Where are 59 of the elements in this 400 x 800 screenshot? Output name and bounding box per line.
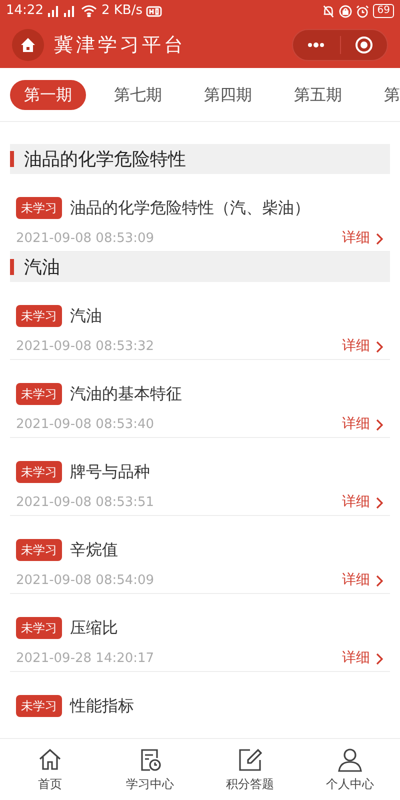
lesson-title: 辛烷值 [70, 539, 118, 561]
period-tab[interactable]: 第四期 [190, 80, 266, 110]
chevron-right-icon [376, 574, 384, 586]
status-tag: 未学习 [16, 617, 62, 639]
detail-link[interactable]: 详细 [342, 414, 384, 435]
lesson-date: 2021-09-08 08:53:09 [16, 230, 154, 248]
lesson-date: 2021-09-08 08:53:32 [16, 338, 154, 356]
chevron-right-icon [376, 496, 384, 508]
period-tab[interactable]: 第七期 [100, 80, 176, 110]
target-icon [354, 36, 373, 54]
status-time: 14:22 [6, 2, 44, 20]
period-tab[interactable]: 第一期 [10, 80, 86, 110]
chevron-right-icon [376, 232, 384, 244]
alarm-icon [356, 4, 370, 18]
home-button[interactable] [12, 29, 44, 61]
home-icon [20, 37, 36, 53]
status-tag: 未学习 [16, 695, 62, 717]
wifi-icon [81, 5, 98, 17]
nav-tab[interactable]: 首页 [0, 739, 100, 800]
edit-icon [237, 746, 263, 772]
nav-tab[interactable]: 积分答题 [200, 739, 300, 800]
status-tag: 未学习 [16, 383, 62, 405]
chevron-right-icon [376, 652, 384, 664]
home-icon [37, 746, 63, 772]
detail-link[interactable]: 详细 [342, 570, 384, 591]
lesson-date: 2021-09-28 14:20:17 [16, 650, 154, 668]
lesson-title: 牌号与品种 [70, 461, 150, 483]
lesson-date: 2021-09-08 08:53:51 [16, 494, 154, 512]
status-tag: 未学习 [16, 197, 62, 219]
period-tab[interactable]: 第 [370, 80, 400, 110]
detail-link[interactable]: 详细 [342, 228, 384, 249]
status-tag: 未学习 [16, 305, 62, 327]
lesson-date: 2021-09-08 08:54:09 [16, 572, 154, 590]
period-tab[interactable]: 第五期 [280, 80, 356, 110]
battery-indicator: 69 [373, 4, 394, 18]
user-icon [337, 746, 363, 772]
bell-off-icon [322, 4, 336, 18]
lesson-title: 汽油 [70, 305, 102, 327]
app-title: 冀津学习平台 [54, 32, 186, 58]
nav-tab[interactable]: 个人中心 [300, 739, 400, 800]
lesson-title: 汽油的基本特征 [70, 383, 182, 405]
more-icon [307, 42, 326, 48]
lesson-title: 压缩比 [70, 617, 118, 639]
network-speed: 2 KB/s [101, 2, 142, 20]
detail-link[interactable]: 详细 [342, 492, 384, 513]
lock-icon [339, 4, 352, 18]
status-tag: 未学习 [16, 461, 62, 483]
lesson-title: 油品的化学危险特性（汽、柴油） [70, 197, 310, 219]
chevron-right-icon [376, 418, 384, 430]
nav-tab[interactable]: 学习中心 [100, 739, 200, 800]
detail-link[interactable]: 详细 [342, 648, 384, 669]
status-tag: 未学习 [16, 539, 62, 561]
detail-link[interactable]: 详细 [342, 336, 384, 357]
lesson-date: 2021-09-08 08:53:40 [16, 416, 154, 434]
section-title: 油品的化学危险特性 [24, 148, 186, 172]
hd-icon [146, 5, 162, 17]
chevron-right-icon [376, 340, 384, 352]
lesson-title: 性能指标 [70, 695, 134, 717]
section-title: 汽油 [24, 256, 60, 280]
